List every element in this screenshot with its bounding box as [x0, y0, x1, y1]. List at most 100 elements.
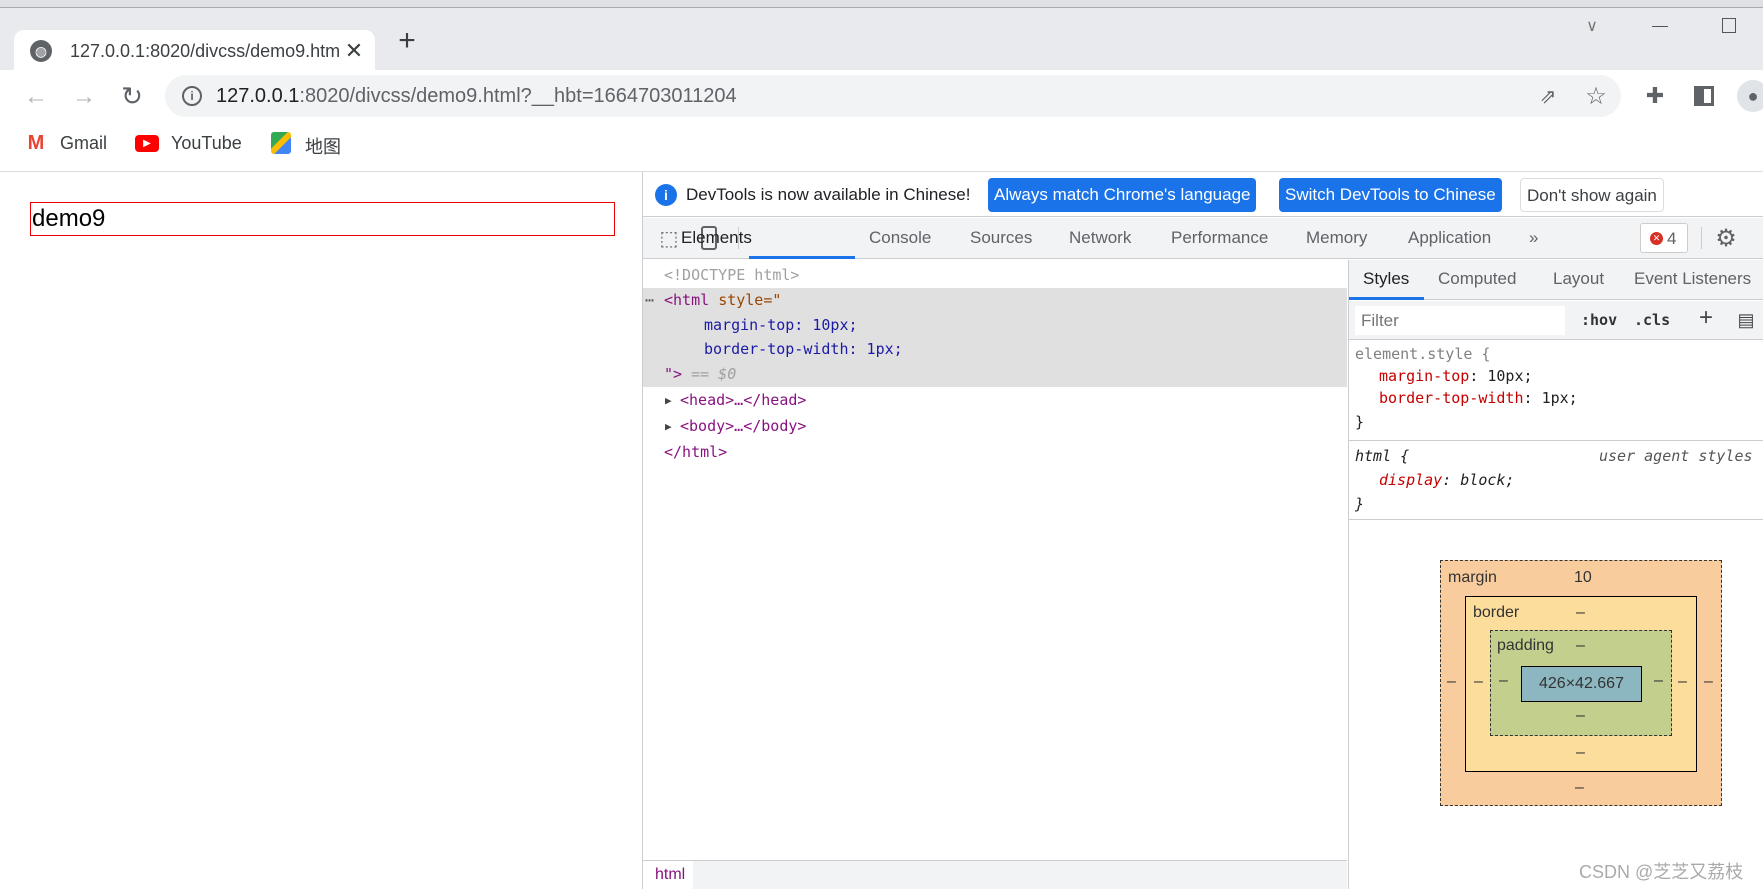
border-left[interactable]: –	[1474, 673, 1483, 691]
active-subtab-indicator	[1349, 297, 1424, 300]
always-match-language-button[interactable]: Always match Chrome's language	[988, 178, 1257, 212]
subtab-event-listeners[interactable]: Event Listeners	[1634, 269, 1751, 289]
box-model-content[interactable]: 426×42.667	[1521, 666, 1642, 702]
doctype-node[interactable]: <!DOCTYPE html>	[664, 263, 799, 288]
box-model-margin[interactable]: margin 10 – – – border – – – – padding –…	[1440, 560, 1722, 806]
side-panel-icon[interactable]	[1694, 86, 1714, 106]
margin-left[interactable]: –	[1447, 673, 1456, 691]
extensions-icon[interactable]: ✚	[1643, 83, 1667, 108]
tab-performance[interactable]: Performance	[1171, 228, 1268, 248]
style-property[interactable]: border-top-width: 1px;	[1379, 386, 1578, 411]
expand-head-icon[interactable]: ▶	[665, 388, 672, 413]
box-model-padding[interactable]: padding – – – – 426×42.667	[1490, 630, 1672, 736]
breadcrumb-bar: html	[643, 860, 1347, 889]
margin-right[interactable]: –	[1704, 673, 1713, 691]
computed-styles-sidebar-icon[interactable]: ▤	[1735, 308, 1757, 332]
styles-filter-input[interactable]	[1355, 306, 1565, 335]
subtab-styles[interactable]: Styles	[1363, 269, 1409, 289]
bookmark-youtube[interactable]: YouTube	[171, 133, 242, 154]
border-right[interactable]: –	[1678, 673, 1687, 691]
tab-search-icon[interactable]: ∨	[1580, 14, 1604, 38]
style-decl: margin-top: 10px;	[704, 316, 858, 334]
reload-icon[interactable]: ↻	[118, 81, 146, 111]
active-tab-indicator	[749, 256, 855, 259]
back-icon[interactable]: ←	[22, 83, 50, 111]
html-node[interactable]: <html style="	[664, 288, 781, 313]
bookmark-star-icon[interactable]: ☆	[1583, 83, 1609, 110]
head-node[interactable]: <head>…</head>	[680, 388, 806, 413]
error-badge[interactable]: ✕ 4	[1640, 223, 1688, 253]
padding-bottom[interactable]: –	[1576, 707, 1585, 725]
margin-top[interactable]: 10	[1574, 569, 1592, 587]
inspect-element-icon[interactable]: ⬚	[657, 226, 681, 250]
tab-memory[interactable]: Memory	[1306, 228, 1367, 248]
subtab-layout[interactable]: Layout	[1553, 269, 1604, 289]
bookmark-maps[interactable]: 地图	[305, 133, 341, 159]
youtube-icon: ▶	[135, 135, 159, 152]
dom-tree: <!DOCTYPE html> ⋯ <html style=" margin-t…	[643, 260, 1347, 860]
padding-left[interactable]: –	[1499, 672, 1508, 690]
error-icon: ✕	[1650, 232, 1663, 245]
rule-close: }	[1355, 495, 1365, 513]
html-close-node[interactable]: </html>	[664, 440, 727, 465]
switch-devtools-chinese-button[interactable]: Switch DevTools to Chinese	[1279, 178, 1502, 212]
address-bar[interactable]: i 127.0.0.1:8020/divcss/demo9.html?__hbt…	[165, 75, 1621, 117]
maps-icon	[271, 132, 291, 154]
margin-bottom[interactable]: –	[1575, 779, 1584, 797]
padding-label: padding	[1497, 637, 1554, 654]
globe-icon: ◍	[30, 40, 52, 62]
breadcrumb-html[interactable]: html	[655, 866, 685, 884]
bookmark-gmail[interactable]: Gmail	[60, 133, 107, 154]
profile-icon[interactable]: ●	[1737, 80, 1763, 112]
tab-application[interactable]: Application	[1408, 228, 1491, 248]
padding-top[interactable]: –	[1576, 637, 1585, 655]
style-decl: border-top-width: 1px;	[704, 340, 903, 358]
error-count: 4	[1667, 229, 1677, 248]
devtools-tabbar: ⬚ Elements Console Sources Network Perfo…	[643, 218, 1763, 259]
tab-console[interactable]: Console	[869, 228, 931, 248]
close-tab-icon[interactable]: ✕	[342, 36, 366, 66]
style-property: display: block;	[1379, 471, 1515, 489]
padding-right[interactable]: –	[1654, 672, 1663, 690]
share-icon[interactable]: ⇗	[1535, 83, 1561, 109]
tab-network[interactable]: Network	[1069, 228, 1131, 248]
gmail-icon: M	[27, 131, 45, 154]
browser-tab[interactable]: ◍ 127.0.0.1:8020/divcss/demo9.html?__hbt…	[14, 30, 375, 72]
attr-close: ">	[664, 365, 683, 383]
divider	[1701, 227, 1702, 249]
devtools-panel: i DevTools is now available in Chinese! …	[642, 172, 1763, 889]
cls-toggle[interactable]: .cls	[1634, 308, 1670, 333]
rule-source: user agent styles	[1599, 447, 1753, 465]
demo-box: demo9	[30, 202, 615, 236]
border-bottom[interactable]: –	[1576, 744, 1585, 762]
selected-marker: == $0	[691, 365, 737, 383]
maximize-button[interactable]	[1722, 18, 1736, 33]
forward-icon[interactable]: →	[70, 83, 98, 111]
new-style-rule-button[interactable]: +	[1699, 304, 1713, 332]
border-label: border	[1473, 604, 1520, 621]
hov-toggle[interactable]: :hov	[1581, 308, 1617, 333]
expand-body-icon[interactable]: ▶	[665, 414, 672, 439]
site-info-icon[interactable]: i	[182, 86, 202, 106]
box-model-border[interactable]: border – – – – padding – – – – 426×42.66…	[1465, 596, 1697, 772]
taskbar-strip	[0, 0, 1763, 8]
more-tabs-button[interactable]: »	[1529, 228, 1538, 248]
border-top[interactable]: –	[1576, 604, 1585, 622]
tab-title: 127.0.0.1:8020/divcss/demo9.html?__hbt=1…	[70, 41, 340, 61]
language-infobar: i DevTools is now available in Chinese! …	[643, 172, 1763, 217]
rule-close: }	[1355, 413, 1365, 431]
margin-label: margin	[1448, 569, 1497, 586]
info-icon: i	[655, 184, 677, 206]
tab-elements[interactable]: Elements	[681, 228, 752, 248]
tab-sources[interactable]: Sources	[970, 228, 1032, 248]
node-menu-icon[interactable]: ⋯	[645, 288, 654, 313]
dont-show-again-button[interactable]: Don't show again	[1520, 178, 1664, 212]
body-node[interactable]: <body>…</body>	[680, 414, 806, 439]
styles-pane: Styles Computed Layout Event Listeners :…	[1348, 260, 1763, 889]
rule-selector[interactable]: html {	[1355, 444, 1409, 469]
minimize-button[interactable]	[1652, 26, 1668, 27]
new-tab-button[interactable]: +	[392, 24, 422, 57]
url-text[interactable]: 127.0.0.1:8020/divcss/demo9.html?__hbt=1…	[216, 85, 737, 108]
subtab-computed[interactable]: Computed	[1438, 269, 1516, 289]
settings-gear-icon[interactable]: ⚙	[1713, 224, 1739, 252]
